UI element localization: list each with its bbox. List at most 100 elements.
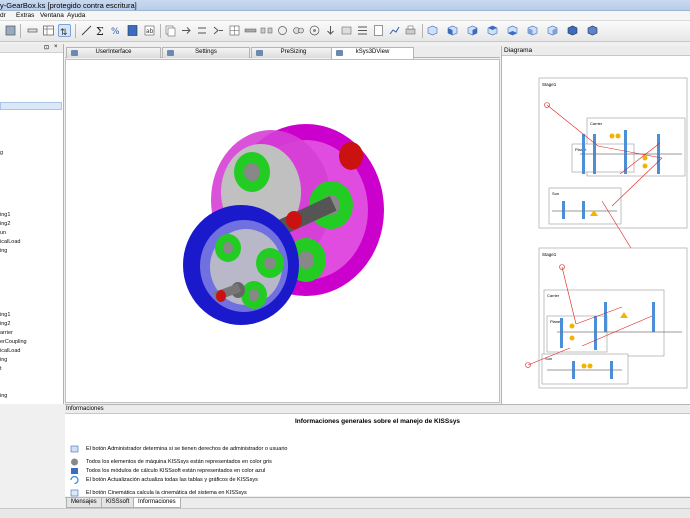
pin-icon[interactable]: ⊡ [44, 44, 49, 51]
tree-item[interactable]: ing2 [0, 321, 10, 327]
tree-item[interactable]: erCoupling [0, 339, 27, 345]
tree-item[interactable]: ing1 [0, 212, 10, 218]
menu-item-ayuda[interactable]: Ayuda [67, 12, 85, 19]
planet-hub [223, 242, 233, 254]
menu-item-dr[interactable]: dr [0, 12, 6, 19]
gear-pair-icon[interactable] [292, 24, 305, 37]
tab-informaciones[interactable]: Informaciones [133, 498, 181, 508]
info-header: Informaciones [65, 405, 690, 414]
calculator-icon[interactable] [126, 24, 139, 37]
split-icon[interactable] [80, 24, 93, 37]
rotate-right-icon[interactable] [586, 24, 599, 37]
menu-bar: dr Extras Ventana Ayuda [0, 11, 690, 21]
percent-icon[interactable]: % [110, 24, 123, 37]
admin-icon [70, 445, 79, 453]
tab-ksys3dview[interactable]: kSys3DView [331, 47, 414, 59]
gearbox-3d-model [183, 124, 384, 325]
diagram-header: Diagrama [502, 46, 690, 56]
spline-icon[interactable] [340, 24, 353, 37]
tree-selection[interactable] [0, 102, 62, 110]
shaft-end [216, 290, 226, 302]
arrow-right-icon[interactable] [180, 24, 193, 37]
refresh-icon[interactable] [4, 24, 17, 37]
tree-item[interactable]: ing [0, 248, 7, 254]
close-icon[interactable]: × [54, 44, 58, 50]
tree-item[interactable]: ing1 [0, 312, 10, 318]
grid-icon[interactable] [228, 24, 241, 37]
bearing-icon[interactable] [276, 24, 289, 37]
kinematic-diagram[interactable]: Stage1 Carrier Planet Sun Stage1 Carrier [502, 56, 690, 403]
info-line: Todos los módulos de cálculo KISSsoft es… [86, 468, 266, 474]
info-line: El botón Cinemática calcula la cinemátic… [86, 490, 247, 496]
coupling-icon[interactable] [260, 24, 273, 37]
tree-item[interactable]: ing [0, 357, 7, 363]
ruler-icon[interactable] [26, 24, 39, 37]
project-tree-panel: ⊡ × g ing1 ing2 un icalLoad ing ing1 ing… [0, 44, 64, 404]
view-front-icon[interactable] [446, 24, 459, 37]
tree-item[interactable]: arrier [0, 330, 13, 336]
diagram-bearing [581, 363, 587, 369]
toolbar-separator [160, 24, 161, 38]
tree-item[interactable]: un [0, 230, 6, 236]
table-icon[interactable] [42, 24, 55, 37]
tab-userinterface[interactable]: UserInterface [66, 47, 161, 58]
view-right-icon[interactable] [546, 24, 559, 37]
calc-module-icon [70, 467, 79, 475]
diagram-label: Carrier [590, 121, 603, 126]
diagram-bearing [615, 133, 621, 139]
bottom-tabs: Mensajes KISSsoft Informaciones [65, 497, 690, 508]
arrow-merge-icon[interactable] [212, 24, 225, 37]
shaft-icon[interactable] [244, 24, 257, 37]
view-bottom-icon[interactable] [506, 24, 519, 37]
tab-label: kSys3DView [355, 49, 390, 55]
ab-icon[interactable]: ab [143, 24, 156, 37]
tree-item[interactable]: icalLoad [0, 239, 21, 245]
tab-settings[interactable]: Settings [162, 47, 250, 58]
tree-item[interactable]: t [0, 366, 2, 372]
info-line: El botón Actualización actualiza todas l… [86, 477, 258, 483]
tree-item[interactable]: ing [0, 393, 7, 399]
report-icon[interactable] [372, 24, 385, 37]
planet-hub [264, 257, 276, 269]
tab-kisssoft[interactable]: KISSsoft [101, 498, 135, 508]
menu-item-extras[interactable]: Extras [16, 12, 34, 19]
planet-icon[interactable] [308, 24, 321, 37]
tree-item[interactable]: g [0, 150, 3, 156]
tab-mensajes[interactable]: Mensajes [66, 498, 102, 508]
diagram-label: Stage1 [542, 82, 557, 87]
tree-item[interactable]: icalLoad [0, 348, 21, 354]
toolbar-separator [75, 24, 76, 38]
planet-hub [249, 289, 259, 301]
diagram-panel: Diagrama Stage1 Carrier Planet Sun Stage… [501, 46, 690, 404]
info-line: Todos los elementos de máquina KISSsys e… [86, 459, 272, 465]
info-panel: Informaciones Informaciones generales so… [65, 404, 690, 497]
list-icon[interactable] [356, 24, 369, 37]
arrow-split-icon[interactable] [196, 24, 209, 37]
diagram-bearing [569, 335, 575, 341]
tree-item[interactable]: ing2 [0, 221, 10, 227]
view-top-icon[interactable] [486, 24, 499, 37]
load-icon[interactable] [324, 24, 337, 37]
diagram-label: Planet [575, 147, 587, 152]
document-tabs: UserInterface Settings PreSizing kSys3DV… [65, 46, 500, 59]
diagram-shaft [560, 318, 563, 348]
sum-icon[interactable]: Σ [94, 24, 107, 37]
diagram-bearing [569, 323, 575, 329]
gearbox-3d-view[interactable] [65, 59, 500, 403]
copy-icon[interactable] [164, 24, 177, 37]
chart-icon[interactable] [388, 24, 401, 37]
tab-presizing[interactable]: PreSizing [251, 47, 336, 58]
info-line: El botón Administrador determina si se t… [86, 446, 288, 452]
view-left-icon[interactable] [526, 24, 539, 37]
view-back-icon[interactable] [466, 24, 479, 37]
view-iso-icon[interactable] [426, 24, 439, 37]
menu-item-ventana[interactable]: Ventana [40, 12, 64, 19]
diagram-shaft [562, 201, 565, 219]
toolbar-separator [422, 24, 423, 38]
print-icon[interactable] [404, 24, 417, 37]
kinematics-icon[interactable]: ⇅ [58, 24, 71, 38]
refresh-icon [70, 475, 79, 485]
tab-label: Settings [195, 49, 217, 55]
rotate-left-icon[interactable] [566, 24, 579, 37]
tab-label: PreSizing [280, 49, 307, 55]
